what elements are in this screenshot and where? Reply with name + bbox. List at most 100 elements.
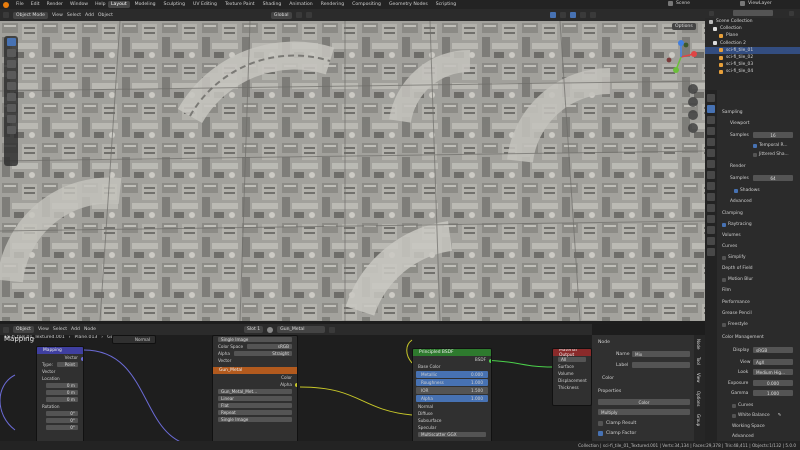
- film-panel-header[interactable]: Film: [722, 288, 731, 293]
- raytracing-checkbox[interactable]: [722, 222, 726, 227]
- bsdf-subsurface-panel[interactable]: Subsurface: [413, 417, 491, 424]
- viewport-subpanel-header[interactable]: Viewport: [730, 121, 749, 126]
- look-dropdown[interactable]: Medium Hig...: [753, 369, 793, 375]
- freestyle-panel-header[interactable]: Freestyle: [722, 322, 748, 327]
- material-tab-icon[interactable]: [707, 237, 715, 245]
- node-menu-node[interactable]: Node: [84, 327, 96, 332]
- menu-edit[interactable]: Edit: [31, 2, 40, 7]
- 3d-viewport[interactable]: [0, 21, 705, 321]
- mode-dropdown[interactable]: Object Mode: [13, 11, 48, 19]
- editor-type-icon[interactable]: [3, 12, 9, 18]
- render-tab-icon[interactable]: [707, 105, 715, 113]
- rendered-shading-icon[interactable]: [589, 12, 596, 18]
- freestyle-checkbox[interactable]: [722, 322, 726, 327]
- node-section-header[interactable]: Node: [598, 340, 610, 345]
- sidebar-tab-view[interactable]: View: [696, 373, 701, 383]
- menu-help[interactable]: Help: [95, 2, 105, 7]
- image-source-dropdown[interactable]: Single Image: [218, 337, 292, 342]
- image-footer-source[interactable]: Single Image: [218, 417, 292, 422]
- mapping-location-z[interactable]: 0 m: [46, 397, 78, 402]
- image-interpolation-dropdown[interactable]: Linear: [218, 396, 292, 401]
- menu-file[interactable]: File: [16, 2, 24, 7]
- node-color-toggle[interactable]: Color: [602, 376, 614, 381]
- camera-view-icon[interactable]: [688, 110, 698, 120]
- node-name-field[interactable]: Mix: [632, 351, 690, 357]
- outliner-row-plane[interactable]: Plane: [705, 32, 800, 39]
- cm-advanced-subpanel[interactable]: Advanced: [732, 434, 754, 439]
- jitter-checkbox[interactable]: [753, 152, 757, 157]
- image-texture-node[interactable]: Single Image Color Space sRGB Alpha Straig…: [212, 335, 298, 450]
- material-name-field[interactable]: Gun_Metal: [277, 326, 326, 333]
- shader-editor-icon[interactable]: [3, 326, 9, 333]
- node-label-field[interactable]: [632, 362, 690, 368]
- material-shading-icon[interactable]: [579, 12, 586, 18]
- tab-animation[interactable]: Animation: [286, 1, 315, 8]
- image-extension-dropdown[interactable]: Repeat: [218, 410, 292, 415]
- volumes-panel-header[interactable]: Volumes: [722, 233, 741, 238]
- cm-curves-subpanel[interactable]: Curves: [732, 403, 753, 408]
- gamma-field[interactable]: 1.000: [753, 390, 793, 396]
- tab-rendering[interactable]: Rendering: [318, 1, 347, 8]
- zoom-icon[interactable]: [688, 84, 698, 94]
- outliner-search-input[interactable]: [733, 10, 773, 16]
- properties-section-header[interactable]: Properties: [598, 389, 621, 394]
- viewport-menu-select[interactable]: Select: [67, 13, 81, 18]
- clamping-panel-header[interactable]: Clamping: [722, 211, 743, 216]
- particles-tab-icon[interactable]: [707, 193, 715, 201]
- view-transform-dropdown[interactable]: AgX: [753, 359, 793, 365]
- socket-color-out[interactable]: [295, 383, 297, 387]
- mapping-location-y[interactable]: 0 m: [46, 390, 78, 395]
- node-menu-select[interactable]: Select: [53, 327, 67, 332]
- sidebar-tab-group[interactable]: Group: [696, 414, 701, 426]
- scene-selector[interactable]: Scene: [668, 1, 690, 6]
- bsdf-specular-panel[interactable]: Specular: [413, 424, 491, 431]
- color-management-panel-header[interactable]: Color Management: [722, 335, 764, 340]
- xray-icon[interactable]: [559, 12, 566, 18]
- motion-blur-checkbox[interactable]: [722, 277, 726, 282]
- solid-shading-icon[interactable]: [569, 12, 576, 18]
- outliner-row-scene-collection[interactable]: Scene Collection: [705, 18, 800, 25]
- sidebar-tab-tool[interactable]: Tool: [696, 357, 701, 365]
- cm-curves-checkbox[interactable]: [732, 403, 736, 408]
- navigation-gizmo-icon[interactable]: [664, 40, 698, 74]
- image-file-field[interactable]: Gun_Metal_Met...: [218, 389, 292, 394]
- socket-vector-out[interactable]: [81, 357, 83, 361]
- viewport-menu-add[interactable]: Add: [85, 13, 94, 18]
- outliner-editor-icon[interactable]: [709, 11, 714, 16]
- temporal-checkbox[interactable]: [753, 143, 757, 148]
- modifier-tab-icon[interactable]: [707, 182, 715, 190]
- image-projection-dropdown[interactable]: Flat: [218, 403, 292, 408]
- add-cube-icon[interactable]: [6, 126, 16, 134]
- bsdf-node-header[interactable]: Principled BSDF: [413, 349, 491, 356]
- advanced-subpanel-header[interactable]: Advanced: [730, 199, 752, 204]
- mapping-node[interactable]: Mapping Vector Type: Point Vector Locati…: [36, 346, 84, 450]
- image-alpha-dropdown[interactable]: Straight: [233, 351, 292, 356]
- jittered-shadows-row[interactable]: Jittered Sha...: [753, 152, 789, 157]
- image-node-header[interactable]: Gun_Metal: [213, 367, 297, 374]
- object-tab-icon[interactable]: [707, 171, 715, 179]
- performance-panel-header[interactable]: Performance: [722, 300, 750, 305]
- view-layer-selector[interactable]: ViewLayer: [740, 1, 772, 6]
- simplify-checkbox[interactable]: [722, 255, 726, 260]
- viewport-menu-object[interactable]: Object: [98, 13, 113, 18]
- node-menu-add[interactable]: Add: [71, 327, 80, 332]
- exposure-field[interactable]: 0.000: [753, 380, 793, 386]
- display-device-dropdown[interactable]: sRGB: [753, 347, 793, 353]
- constraints-tab-icon[interactable]: [707, 215, 715, 223]
- mapping-rotation-x[interactable]: 0°: [46, 411, 78, 416]
- temporal-reprojection-row[interactable]: Temporal R...: [753, 143, 788, 148]
- tab-uv-editing[interactable]: UV Editing: [190, 1, 220, 8]
- mix-data-type-dropdown[interactable]: Color: [598, 399, 690, 405]
- bsdf-alpha-value[interactable]: 1.000: [471, 396, 483, 401]
- socket-bsdf-out[interactable]: [489, 359, 491, 363]
- output-target-dropdown[interactable]: All: [558, 357, 586, 362]
- shadows-row[interactable]: Shadows: [734, 188, 760, 193]
- shadows-checkbox[interactable]: [734, 188, 738, 193]
- node-menu-view[interactable]: View: [38, 327, 49, 332]
- clamp-factor-row[interactable]: Clamp Factor: [598, 431, 636, 436]
- bsdf-ior-value[interactable]: 1.500: [471, 388, 483, 393]
- transform-icon[interactable]: [6, 93, 16, 101]
- mapping-rotation-y[interactable]: 0°: [46, 418, 78, 423]
- collection-tab-icon[interactable]: [707, 160, 715, 168]
- mapping-rotation-z[interactable]: 0°: [46, 425, 78, 430]
